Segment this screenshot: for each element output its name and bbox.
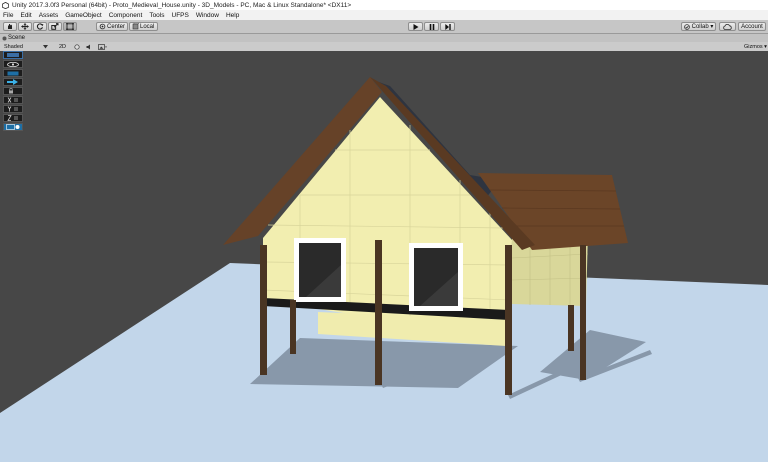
lighting-toggle[interactable]: [74, 43, 83, 50]
post-annex-front: [580, 245, 586, 380]
gizmos-label: Gizmos ▾: [744, 43, 767, 50]
lock-icon: [9, 88, 13, 94]
menu-component[interactable]: Component: [106, 12, 147, 19]
space-label: Local: [140, 23, 155, 30]
collab-icon: [683, 23, 690, 30]
image-effects-icon: [98, 43, 107, 50]
scene-3d-button[interactable]: [3, 123, 23, 131]
eye-icon: [7, 61, 19, 67]
on-toggle-button[interactable]: [3, 69, 23, 77]
scene-render[interactable]: [0, 51, 768, 462]
pause-icon: [429, 23, 434, 30]
scene-tab-icon: [2, 36, 7, 41]
pivot-local-button[interactable]: Local: [129, 22, 158, 31]
x-axis-icon: [7, 97, 18, 103]
cloud-icon: [723, 23, 732, 30]
effects-dropdown[interactable]: [98, 43, 110, 50]
rect-tool-button[interactable]: [63, 22, 77, 31]
main-toolbar: Center Local Collab ▾ Account: [0, 20, 768, 34]
light-icon: [74, 43, 80, 50]
pivot-label: Center: [107, 23, 126, 30]
layer-toggle-button[interactable]: [3, 51, 23, 59]
scene-tool-palette: [3, 51, 23, 132]
local-space-icon: [132, 23, 139, 30]
toggle-2d-button[interactable]: 2D: [59, 43, 70, 50]
z-axis-icon: [7, 115, 18, 121]
shading-mode-dropdown[interactable]: Shaded: [4, 43, 49, 50]
rect-tool-icon: [66, 23, 74, 30]
play-button[interactable]: [408, 22, 423, 31]
chevron-down-icon: [42, 44, 48, 48]
post-front-right: [505, 245, 512, 395]
account-label: Account: [741, 23, 763, 30]
arrow-right-icon: [7, 79, 18, 85]
menu-gameobject[interactable]: GameObject: [62, 12, 106, 19]
rotate-icon: [36, 23, 44, 30]
menu-window[interactable]: Window: [193, 12, 223, 19]
menu-assets[interactable]: Assets: [36, 12, 63, 19]
layer-icon: [7, 53, 19, 57]
tab-scene[interactable]: Scene: [0, 35, 25, 41]
scene-tab-bar: Scene: [0, 34, 768, 42]
scene-tab-label: Scene: [8, 35, 26, 41]
step-button[interactable]: [440, 22, 455, 31]
pivot-center-button[interactable]: Center: [96, 22, 128, 31]
post-front-center: [375, 240, 382, 385]
y-axis-button[interactable]: [3, 105, 23, 113]
pivot-icon: [99, 23, 106, 30]
menu-edit[interactable]: Edit: [17, 12, 35, 19]
account-button[interactable]: Account: [738, 22, 766, 31]
hand-icon: [8, 24, 12, 29]
pause-button[interactable]: [424, 22, 439, 31]
y-axis-icon: [7, 106, 18, 112]
menu-bar: File Edit Assets GameObject Component To…: [0, 10, 768, 20]
scale-tool-button[interactable]: [48, 22, 62, 31]
unity-logo-icon: [2, 1, 9, 9]
menu-help[interactable]: Help: [223, 12, 243, 19]
gizmos-dropdown[interactable]: Gizmos ▾: [744, 43, 768, 50]
lock-toggle-button[interactable]: [3, 87, 23, 95]
z-axis-button[interactable]: [3, 114, 23, 122]
window-title-bar: Unity 2017.3.0f3 Personal (64bit) - Prot…: [0, 0, 768, 10]
audio-toggle[interactable]: [86, 43, 95, 50]
window-left: [294, 238, 346, 302]
menu-tools[interactable]: Tools: [146, 12, 168, 19]
arrow-toggle-button[interactable]: [3, 78, 23, 86]
audio-icon: [86, 44, 90, 49]
visibility-toggle-button[interactable]: [3, 60, 23, 68]
scene-viewport[interactable]: [0, 51, 768, 462]
post-front-left: [260, 245, 267, 375]
play-icon: [413, 23, 418, 30]
collab-button[interactable]: Collab ▾: [681, 22, 716, 31]
scene-3d-icon: [6, 124, 20, 130]
post-annex-back: [568, 305, 574, 351]
move-icon: [21, 23, 29, 30]
rotate-tool-button[interactable]: [33, 22, 47, 31]
collab-label: Collab ▾: [691, 24, 714, 30]
window-right: [409, 243, 463, 311]
scale-icon: [51, 23, 59, 30]
step-icon: [444, 23, 451, 30]
menu-ufps[interactable]: UFPS: [169, 12, 193, 19]
cloud-button[interactable]: [719, 22, 736, 31]
menu-file[interactable]: File: [0, 12, 17, 19]
window-title: Unity 2017.3.0f3 Personal (64bit) - Prot…: [12, 1, 352, 9]
move-tool-button[interactable]: [18, 22, 32, 31]
shading-mode-label: Shaded: [4, 43, 23, 50]
post-back-left: [290, 300, 296, 354]
hand-tool-button[interactable]: [3, 22, 17, 31]
toggle-2d-label: 2D: [59, 43, 67, 50]
x-axis-button[interactable]: [3, 96, 23, 104]
on-icon: [7, 71, 19, 75]
